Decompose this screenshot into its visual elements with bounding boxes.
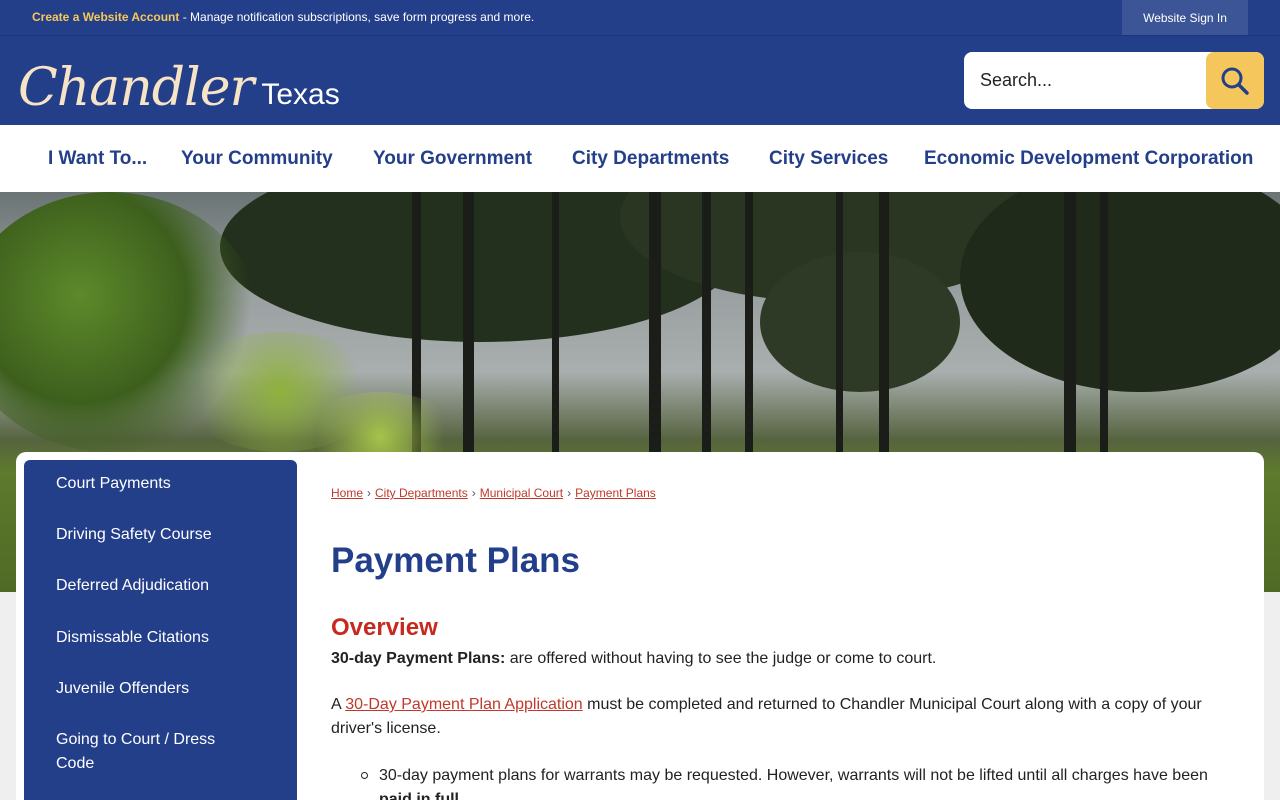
nav-economic-development-corporation[interactable]: Economic Development Corporation: [924, 148, 1253, 170]
sidebar-nav: Court Payments Driving Safety Course Def…: [24, 460, 297, 800]
intro-bold: 30-day Payment Plans:: [331, 650, 506, 667]
bullet-text: 30-day payment plans for warrants may be…: [379, 767, 1208, 784]
search-input[interactable]: [964, 52, 1206, 109]
site-header: Chandler Texas: [0, 35, 1280, 125]
list-item: 30-day payment plans for warrants may be…: [379, 764, 1229, 800]
nav-city-services[interactable]: City Services: [769, 148, 888, 170]
breadcrumb-separator: ›: [367, 486, 372, 500]
page-title: Payment Plans: [331, 541, 580, 580]
site-logo[interactable]: Chandler Texas: [18, 44, 340, 114]
breadcrumb-home[interactable]: Home: [331, 486, 363, 500]
sidebar-item-court-payments[interactable]: Court Payments: [56, 472, 256, 496]
nav-i-want-to[interactable]: I Want To...: [48, 148, 147, 170]
sidebar-item-going-to-court[interactable]: Going to Court / Dress Code: [56, 728, 246, 776]
sidebar-item-juvenile-offenders[interactable]: Juvenile Offenders: [56, 677, 256, 701]
payment-plan-application-link[interactable]: 30-Day Payment Plan Application: [345, 696, 582, 713]
breadcrumb-municipal-court[interactable]: Municipal Court: [480, 486, 563, 500]
bullet-bold: paid in full: [379, 791, 459, 800]
bullet-marker: [361, 772, 368, 779]
website-sign-in-button[interactable]: Website Sign In: [1122, 0, 1248, 35]
application-prefix: A: [331, 696, 346, 713]
nav-your-community[interactable]: Your Community: [181, 148, 333, 170]
intro-text: are offered without having to see the ju…: [505, 650, 937, 667]
create-account-link[interactable]: Create a Website Account: [32, 10, 179, 24]
logo-state: Texas: [261, 78, 340, 111]
breadcrumb-separator: ›: [471, 486, 476, 500]
logo-wordmark: Chandler: [18, 58, 254, 118]
search-box: [964, 52, 1264, 109]
application-paragraph: A 30-Day Payment Plan Application must b…: [331, 693, 1231, 741]
sidebar-item-dismissable-citations[interactable]: Dismissable Citations: [56, 626, 256, 650]
breadcrumb-city-departments[interactable]: City Departments: [375, 486, 468, 500]
breadcrumb-payment-plans[interactable]: Payment Plans: [575, 486, 656, 500]
breadcrumb: Home › City Departments › Municipal Court › Pa…: [331, 486, 656, 500]
sidebar-item-driving-safety-course[interactable]: Driving Safety Course: [56, 523, 256, 547]
sidebar-item-deferred-adjudication[interactable]: Deferred Adjudication: [56, 574, 256, 598]
breadcrumb-separator: ›: [567, 486, 572, 500]
account-notice: Create a Website Account - Manage notifi…: [32, 10, 534, 24]
notification-bar: Create a Website Account - Manage notifi…: [0, 0, 1280, 35]
nav-city-departments[interactable]: City Departments: [572, 148, 729, 170]
bullet-end: .: [459, 791, 464, 800]
main-nav: I Want To... Your Community Your Governm…: [0, 125, 1280, 192]
search-button[interactable]: [1206, 52, 1264, 109]
payment-plans-intro: 30-day Payment Plans: are offered withou…: [331, 648, 1231, 670]
search-icon: [1221, 67, 1249, 95]
nav-your-government[interactable]: Your Government: [373, 148, 532, 170]
overview-heading: Overview: [331, 614, 438, 641]
account-notice-text: - Manage notification subscriptions, sav…: [179, 10, 535, 24]
